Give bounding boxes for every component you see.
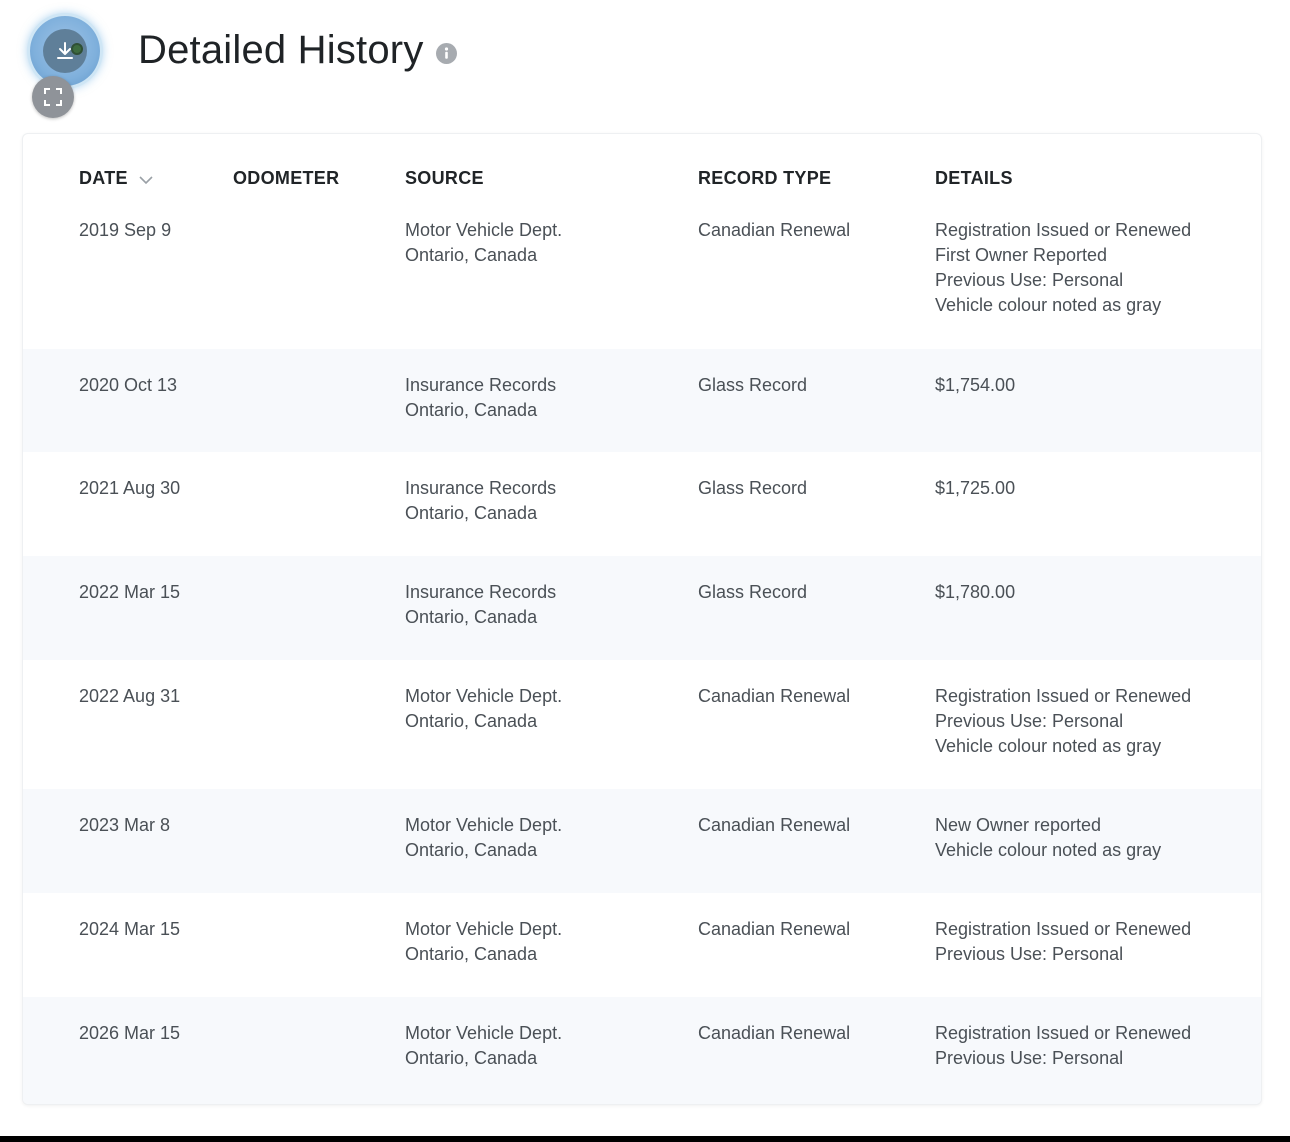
row-source: Motor Vehicle Dept. Ontario, Canada <box>405 1021 562 1071</box>
source-line: Motor Vehicle Dept. <box>405 220 563 240</box>
row-source: Motor Vehicle Dept. Ontario, Canada <box>405 218 562 268</box>
detail-line: Previous Use: Personal <box>935 270 1124 290</box>
detail-line: Registration Issued or Renewed <box>935 1023 1192 1043</box>
row-date: 2020 Oct 13 <box>79 375 178 395</box>
row-details: Registration Issued or Renewed Previous … <box>935 1021 1191 1071</box>
source-line: Ontario, Canada <box>405 245 538 265</box>
source-line: Ontario, Canada <box>405 944 538 964</box>
history-table: DATE ODOMETER SOURCE RECORD TYPE DETAILS… <box>22 133 1262 1105</box>
source-line: Ontario, Canada <box>405 1048 538 1068</box>
row-date: 2026 Mar 15 <box>79 1023 181 1043</box>
source-line: Ontario, Canada <box>405 503 538 523</box>
row-details: New Owner reported Vehicle colour noted … <box>935 813 1161 863</box>
row-date: 2023 Mar 8 <box>79 815 171 835</box>
chevron-down-icon[interactable] <box>138 175 154 185</box>
row-date: 2022 Aug 31 <box>79 686 181 706</box>
table-row: 2021 Aug 30 Insurance Records Ontario, C… <box>23 452 1261 556</box>
row-source: Insurance Records Ontario, Canada <box>405 476 556 526</box>
page-title: Detailed History <box>138 28 424 72</box>
source-line: Motor Vehicle Dept. <box>405 686 563 706</box>
detail-line: $1,754.00 <box>935 375 1016 395</box>
source-line: Motor Vehicle Dept. <box>405 1023 563 1043</box>
row-record-type: Canadian Renewal <box>698 220 851 240</box>
row-source: Motor Vehicle Dept. Ontario, Canada <box>405 684 562 734</box>
detail-line: Vehicle colour noted as gray <box>935 295 1162 315</box>
row-date: 2022 Mar 15 <box>79 582 181 602</box>
row-record-type: Canadian Renewal <box>698 815 851 835</box>
row-source: Insurance Records Ontario, Canada <box>405 373 556 423</box>
download-button[interactable] <box>30 16 100 86</box>
status-dot <box>71 43 83 55</box>
detail-line: Registration Issued or Renewed <box>935 919 1192 939</box>
row-record-type: Glass Record <box>698 582 808 602</box>
column-header-date[interactable]: DATE <box>79 168 154 189</box>
row-date: 2019 Sep 9 <box>79 220 172 240</box>
fullscreen-icon <box>44 88 62 106</box>
row-date: 2021 Aug 30 <box>79 478 181 498</box>
table-row: 2023 Mar 8 Motor Vehicle Dept. Ontario, … <box>23 789 1261 893</box>
download-icon <box>43 29 87 73</box>
detail-line: $1,780.00 <box>935 582 1016 602</box>
detail-line: Previous Use: Personal <box>935 1048 1124 1068</box>
row-record-type: Canadian Renewal <box>698 686 851 706</box>
page: Detailed History DATE ODOMETER SOURCE RE… <box>0 0 1290 1142</box>
table-row: 2020 Oct 13 Insurance Records Ontario, C… <box>23 349 1261 452</box>
source-line: Insurance Records <box>405 375 557 395</box>
detail-line: $1,725.00 <box>935 478 1016 498</box>
row-record-type: Canadian Renewal <box>698 1023 851 1043</box>
source-line: Insurance Records <box>405 478 557 498</box>
info-icon[interactable] <box>435 43 457 64</box>
column-header-record-type: RECORD TYPE <box>698 168 832 188</box>
table-row: 2024 Mar 15 Motor Vehicle Dept. Ontario,… <box>23 893 1261 997</box>
title-row: Detailed History <box>138 28 457 73</box>
detail-line: Registration Issued or Renewed <box>935 686 1192 706</box>
row-record-type: Canadian Renewal <box>698 919 851 939</box>
row-source: Insurance Records Ontario, Canada <box>405 580 556 630</box>
row-record-type: Glass Record <box>698 478 808 498</box>
row-source: Motor Vehicle Dept. Ontario, Canada <box>405 813 562 863</box>
row-record-type: Glass Record <box>698 375 808 395</box>
row-details: Registration Issued or Renewed First Own… <box>935 218 1191 318</box>
bottom-edge <box>0 1136 1290 1142</box>
detail-line: Registration Issued or Renewed <box>935 220 1192 240</box>
table-row: 2022 Aug 31 Motor Vehicle Dept. Ontario,… <box>23 660 1261 789</box>
detail-line: Previous Use: Personal <box>935 944 1124 964</box>
source-line: Ontario, Canada <box>405 400 538 420</box>
table-row: 2022 Mar 15 Insurance Records Ontario, C… <box>23 556 1261 660</box>
source-line: Ontario, Canada <box>405 840 538 860</box>
row-details: $1,725.00 <box>935 476 1015 501</box>
row-date: 2024 Mar 15 <box>79 919 181 939</box>
table-row: 2026 Mar 15 Motor Vehicle Dept. Ontario,… <box>23 997 1261 1104</box>
detail-line: New Owner reported <box>935 815 1102 835</box>
source-line: Insurance Records <box>405 582 557 602</box>
source-line: Ontario, Canada <box>405 711 538 731</box>
column-header-date-label: DATE <box>79 168 128 188</box>
source-line: Ontario, Canada <box>405 607 538 627</box>
table-header: DATE ODOMETER SOURCE RECORD TYPE DETAILS <box>23 134 1261 214</box>
detail-line: Vehicle colour noted as gray <box>935 736 1162 756</box>
source-line: Motor Vehicle Dept. <box>405 919 563 939</box>
source-line: Motor Vehicle Dept. <box>405 815 563 835</box>
table-row: 2019 Sep 9 Motor Vehicle Dept. Ontario, … <box>23 214 1261 349</box>
row-details: $1,754.00 <box>935 373 1015 398</box>
column-header-odometer: ODOMETER <box>233 168 340 188</box>
detail-line: Previous Use: Personal <box>935 711 1124 731</box>
detail-line: First Owner Reported <box>935 245 1108 265</box>
row-details: Registration Issued or Renewed Previous … <box>935 684 1191 759</box>
detail-line: Vehicle colour noted as gray <box>935 840 1162 860</box>
row-source: Motor Vehicle Dept. Ontario, Canada <box>405 917 562 967</box>
row-details: $1,780.00 <box>935 580 1015 605</box>
column-header-source: SOURCE <box>405 168 484 188</box>
column-header-details: DETAILS <box>935 168 1013 188</box>
row-details: Registration Issued or Renewed Previous … <box>935 917 1191 967</box>
fullscreen-button[interactable] <box>32 76 74 118</box>
